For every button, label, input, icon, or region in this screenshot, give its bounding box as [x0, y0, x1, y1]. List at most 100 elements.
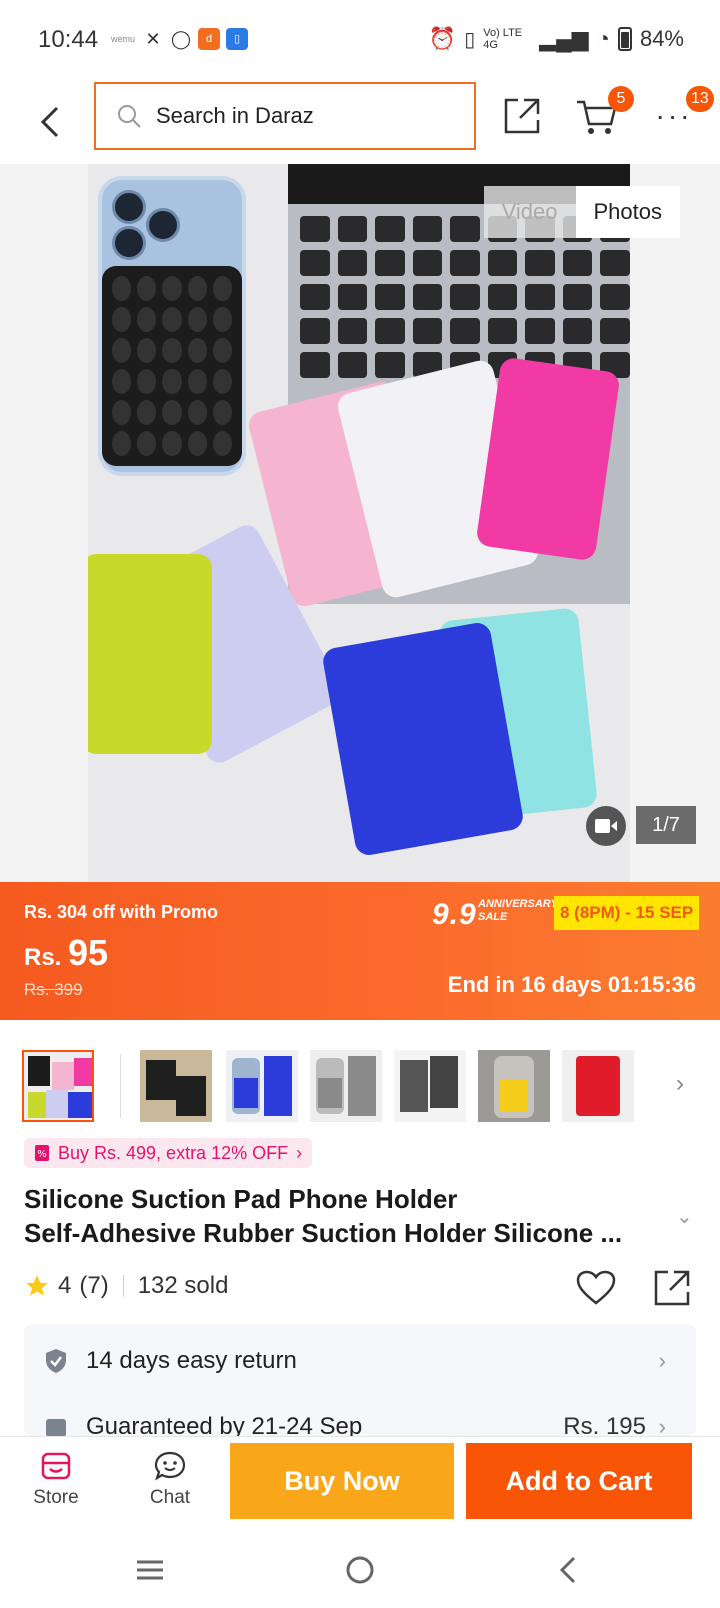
event-label: ANNIVERSARY SALE: [478, 898, 558, 924]
system-back-icon: [559, 1556, 576, 1584]
delivery-chevron-icon: ›: [658, 1414, 666, 1436]
signal-icon: ▂▄▆: [539, 26, 589, 51]
price-value: 95: [68, 932, 109, 973]
status-bar: 10:44 wemu ✕ ◯ d ▯ ⏰ ▯ Vo) LTE 4G ▂▄▆ ◔ …: [0, 0, 720, 82]
back-button[interactable]: [30, 100, 70, 144]
store-label: Store: [33, 1487, 79, 1508]
thumbnail-6[interactable]: [478, 1050, 550, 1122]
wishlist-button[interactable]: [574, 1266, 618, 1310]
cart-badge: 5: [608, 86, 634, 112]
video-camera-icon: [595, 819, 617, 833]
vibrate-icon: ▯: [464, 28, 476, 51]
return-policy-row[interactable]: 14 days easy return ›: [44, 1328, 676, 1394]
delivery-text: Guaranteed by 21-24 Sep: [86, 1413, 363, 1436]
star-icon: [26, 1275, 48, 1296]
voucher-text: Buy Rs. 499, extra 12% OFF: [58, 1142, 289, 1163]
thumbnail-3[interactable]: [226, 1050, 298, 1122]
battery-icon: [617, 27, 632, 51]
thumbnail-7[interactable]: [562, 1050, 634, 1122]
product-title-line1: Silicone Suction Pad Phone Holder: [24, 1184, 458, 1214]
calendar-app-icon: ▯: [226, 28, 248, 50]
product-image: [88, 164, 630, 882]
tab-video[interactable]: Video: [483, 186, 576, 238]
voucher-chevron-icon: ›: [296, 1142, 303, 1163]
lime-pad: [88, 554, 212, 754]
promo-price: Rs. 95: [24, 932, 108, 974]
wemu-icon: wemu: [110, 28, 136, 50]
tab-photos[interactable]: Photos: [575, 186, 680, 238]
return-chevron-icon: ›: [658, 1348, 666, 1373]
store-button[interactable]: Store: [16, 1451, 96, 1509]
svg-text:%: %: [37, 1149, 47, 1160]
search-icon: [118, 105, 141, 128]
service-info-box: 14 days easy return › Guaranteed by 21-2…: [24, 1324, 696, 1436]
system-back-button[interactable]: [548, 1550, 588, 1590]
status-system-icons: ⏰ ▯ Vo) LTE 4G ▂▄▆ ◔ 84%: [429, 26, 684, 52]
video-play-button[interactable]: [586, 806, 626, 846]
menu-lines-icon: [137, 1560, 163, 1580]
phone-illustration: [98, 176, 246, 476]
event-number: 9.9: [432, 898, 477, 931]
event-label-line1: ANNIVERSARY: [478, 898, 558, 910]
shield-icon: [46, 1349, 66, 1373]
media-tabs: Video Photos: [483, 186, 680, 238]
thumbnail-2[interactable]: [140, 1050, 212, 1122]
x-app-icon: ✕: [142, 28, 164, 50]
thumbnail-1[interactable]: [22, 1050, 94, 1122]
network-label: Vo) LTE 4G: [483, 27, 523, 51]
search-placeholder: Search in Daraz: [156, 103, 314, 128]
search-input[interactable]: Search in Daraz: [94, 82, 476, 150]
battery-level: 84%: [639, 26, 684, 51]
delivery-row[interactable]: Guaranteed by 21-24 Sep Rs. 195 ›: [44, 1394, 676, 1436]
voucher-badge[interactable]: % Buy Rs. 499, extra 12% OFF ›: [24, 1138, 313, 1168]
price-prefix: Rs.: [24, 944, 62, 971]
chat-icon: [154, 1451, 186, 1481]
thumbnail-next-icon[interactable]: ›: [676, 1070, 684, 1098]
product-title-line2: Self-Adhesive Rubber Suction Holder Sili…: [24, 1218, 623, 1248]
bottom-action-bar: Store Chat Buy Now Add to Cart: [0, 1436, 720, 1528]
daraz-app-icon: d: [198, 28, 220, 50]
product-image-gallery[interactable]: Video Photos 1/7: [0, 164, 720, 882]
alarm-icon: ⏰: [428, 26, 457, 51]
top-navigation: Search in Daraz 5 ··· 13: [0, 82, 720, 164]
cart-button[interactable]: 5: [572, 86, 634, 140]
return-policy-text: 14 days easy return: [86, 1347, 297, 1374]
chat-label: Chat: [149, 1487, 191, 1508]
promo-banner: Rs. 304 off with Promo Rs. 95 Rs. 399 9.…: [0, 882, 720, 1020]
share-button[interactable]: [498, 92, 546, 140]
more-button[interactable]: ··· 13: [650, 86, 714, 140]
heart-icon: [576, 1270, 616, 1305]
wifi-icon: ◔: [596, 26, 610, 51]
event-label-line2: SALE: [478, 911, 508, 923]
recent-apps-button[interactable]: [130, 1550, 170, 1590]
status-time: 10:44: [38, 26, 99, 53]
voucher-icon: %: [35, 1145, 49, 1161]
thumbnail-divider: [120, 1054, 121, 1118]
expand-title-icon[interactable]: ⌄: [676, 1204, 693, 1229]
thumbnail-4[interactable]: [310, 1050, 382, 1122]
add-to-cart-button[interactable]: Add to Cart: [466, 1443, 692, 1519]
buy-now-button[interactable]: Buy Now: [230, 1443, 454, 1519]
product-title: Silicone Suction Pad Phone Holder Self-A…: [24, 1182, 664, 1250]
delivery-price: Rs. 195: [563, 1413, 646, 1436]
rating-row[interactable]: 4 (7) 132 sold: [24, 1272, 228, 1300]
share-product-icon: [654, 1270, 690, 1306]
image-counter: 1/7: [636, 806, 696, 844]
whatsapp-icon: ◯: [170, 28, 192, 50]
thumbnail-5[interactable]: [394, 1050, 466, 1122]
thumbnail-strip: ›: [0, 1040, 720, 1122]
store-icon: [41, 1452, 71, 1480]
share-product-button[interactable]: [650, 1266, 694, 1310]
delivery-icon: [46, 1419, 66, 1436]
more-badge: 13: [686, 86, 714, 112]
sold-count: 132 sold: [137, 1272, 229, 1299]
rating-count: (7): [79, 1272, 109, 1299]
back-arrow-icon: [40, 106, 59, 138]
promo-discount-text: Rs. 304 off with Promo: [24, 902, 219, 922]
rating-divider: [122, 1275, 124, 1297]
home-button[interactable]: [340, 1550, 380, 1590]
promo-countdown: End in 16 days 01:15:36: [447, 972, 696, 997]
chat-button[interactable]: Chat: [130, 1451, 210, 1509]
system-navigation-bar: [0, 1528, 720, 1608]
blue-pad: [321, 620, 525, 858]
